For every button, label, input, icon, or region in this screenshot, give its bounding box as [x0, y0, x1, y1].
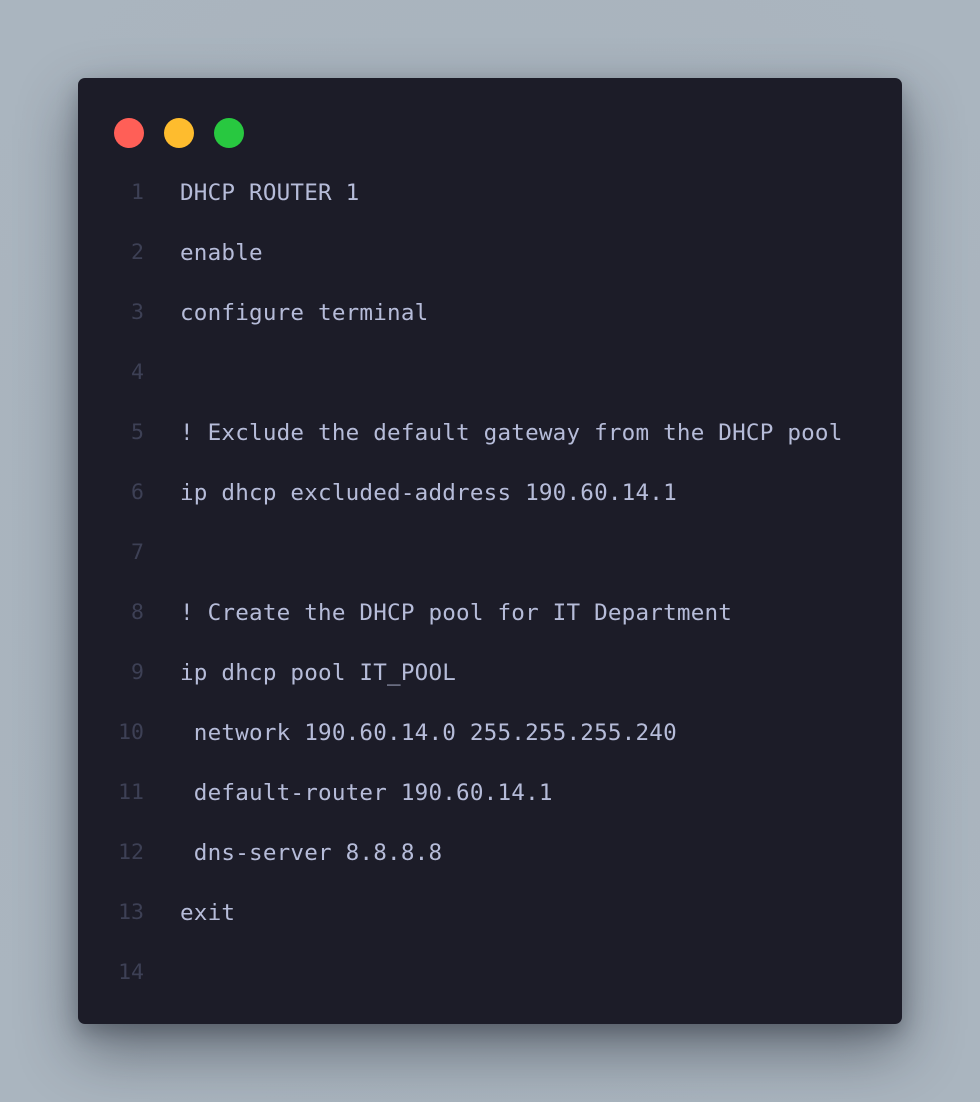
- code-text: dns-server 8.8.8.8: [180, 840, 443, 866]
- code-text: enable: [180, 240, 263, 266]
- code-line: 7: [78, 523, 902, 583]
- code-window: 1 DHCP ROUTER 1 2 enable 3 configure ter…: [78, 78, 902, 1024]
- code-line: 1 DHCP ROUTER 1: [78, 163, 902, 223]
- window-controls: [114, 118, 244, 148]
- code-text: DHCP ROUTER 1: [180, 180, 360, 206]
- code-line: 10 network 190.60.14.0 255.255.255.240: [78, 703, 902, 763]
- line-number: 10: [118, 720, 144, 745]
- code-text: ip dhcp excluded-address 190.60.14.1: [180, 480, 677, 506]
- code-text: exit: [180, 900, 236, 926]
- minimize-button[interactable]: [164, 118, 194, 148]
- code-comment: ! Exclude the default gateway from the D…: [180, 420, 843, 446]
- code-comment: ! Create the DHCP pool for IT Department: [180, 600, 733, 626]
- maximize-button[interactable]: [214, 118, 244, 148]
- code-line: 11 default-router 190.60.14.1: [78, 763, 902, 823]
- line-number: 9: [131, 660, 144, 685]
- line-number: 1: [131, 180, 144, 205]
- line-number: 8: [131, 600, 144, 625]
- line-number: 6: [131, 480, 144, 505]
- line-number: 14: [118, 960, 144, 985]
- code-line: 9 ip dhcp pool IT_POOL: [78, 643, 902, 703]
- code-line: 5 ! Exclude the default gateway from the…: [78, 403, 902, 463]
- code-text: network 190.60.14.0 255.255.255.240: [180, 720, 677, 746]
- line-number: 13: [118, 900, 144, 925]
- line-number: 7: [131, 540, 144, 565]
- line-number: 12: [118, 840, 144, 865]
- line-number: 5: [131, 420, 144, 445]
- code-text: configure terminal: [180, 300, 429, 326]
- code-block[interactable]: 1 DHCP ROUTER 1 2 enable 3 configure ter…: [78, 163, 902, 1003]
- line-number: 2: [131, 240, 144, 265]
- code-text: ip dhcp pool IT_POOL: [180, 660, 457, 686]
- code-line: 3 configure terminal: [78, 283, 902, 343]
- code-line: 4: [78, 343, 902, 403]
- code-line: 12 dns-server 8.8.8.8: [78, 823, 902, 883]
- line-number: 4: [131, 360, 144, 385]
- code-line: 14: [78, 943, 902, 1003]
- code-text: default-router 190.60.14.1: [180, 780, 553, 806]
- code-line: 13 exit: [78, 883, 902, 943]
- line-number: 11: [118, 780, 144, 805]
- code-line: 2 enable: [78, 223, 902, 283]
- line-number: 3: [131, 300, 144, 325]
- close-button[interactable]: [114, 118, 144, 148]
- code-line: 8 ! Create the DHCP pool for IT Departme…: [78, 583, 902, 643]
- code-line: 6 ip dhcp excluded-address 190.60.14.1: [78, 463, 902, 523]
